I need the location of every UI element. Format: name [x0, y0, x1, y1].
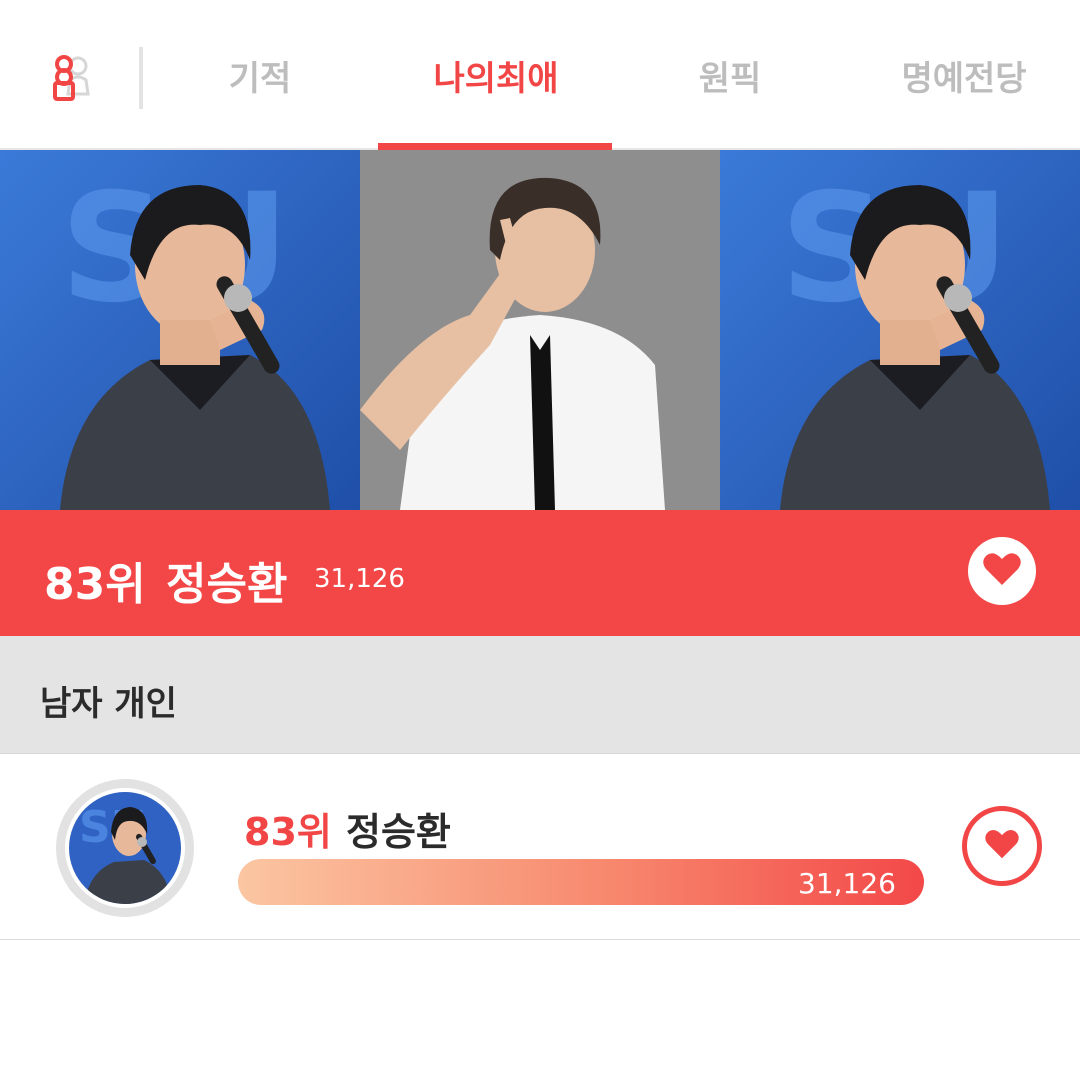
artist-photo-left[interactable]: SU: [0, 150, 360, 510]
heart-icon: [984, 828, 1020, 864]
app-logo-icon[interactable]: [48, 52, 96, 104]
artist-photo-right[interactable]: SU: [720, 150, 1080, 510]
ranking-banner: 83위 정승환 31,126: [0, 510, 1080, 636]
tab-my-favorite[interactable]: 나의최애: [380, 52, 612, 106]
banner-vote-button[interactable]: [968, 537, 1036, 605]
banner-rank: 83위: [44, 559, 146, 610]
row-vote-count: 31,126: [798, 867, 896, 900]
row-artist-name: 정승환: [346, 810, 451, 854]
banner-artist-name: 정승환: [166, 559, 288, 610]
vote-progress-bar: 31,126: [238, 859, 924, 905]
banner-vote-count: 31,126: [314, 564, 405, 594]
hero-photo-strip: SU: [0, 150, 1080, 510]
row-rank: 83위: [244, 810, 332, 854]
heart-icon: [982, 551, 1022, 591]
category-title: 남자 개인: [40, 684, 177, 724]
category-header: 남자 개인: [0, 636, 1080, 754]
nav-divider: [139, 47, 143, 109]
tab-hall-of-fame[interactable]: 명예전당: [880, 52, 1048, 106]
avatar-ring: SU: [56, 779, 194, 917]
top-navigation: 기적 나의최애 원픽 명예전당: [0, 0, 1080, 150]
tab-one-pick[interactable]: 원픽: [670, 52, 790, 106]
active-tab-indicator: [378, 143, 612, 150]
ranking-list-item[interactable]: SU 83위 정승환 31,126: [0, 755, 1080, 940]
row-vote-button[interactable]: [962, 806, 1042, 886]
tab-miracle[interactable]: 기적: [200, 52, 320, 106]
artist-photo-center[interactable]: [360, 150, 720, 510]
avatar[interactable]: SU: [65, 788, 185, 908]
